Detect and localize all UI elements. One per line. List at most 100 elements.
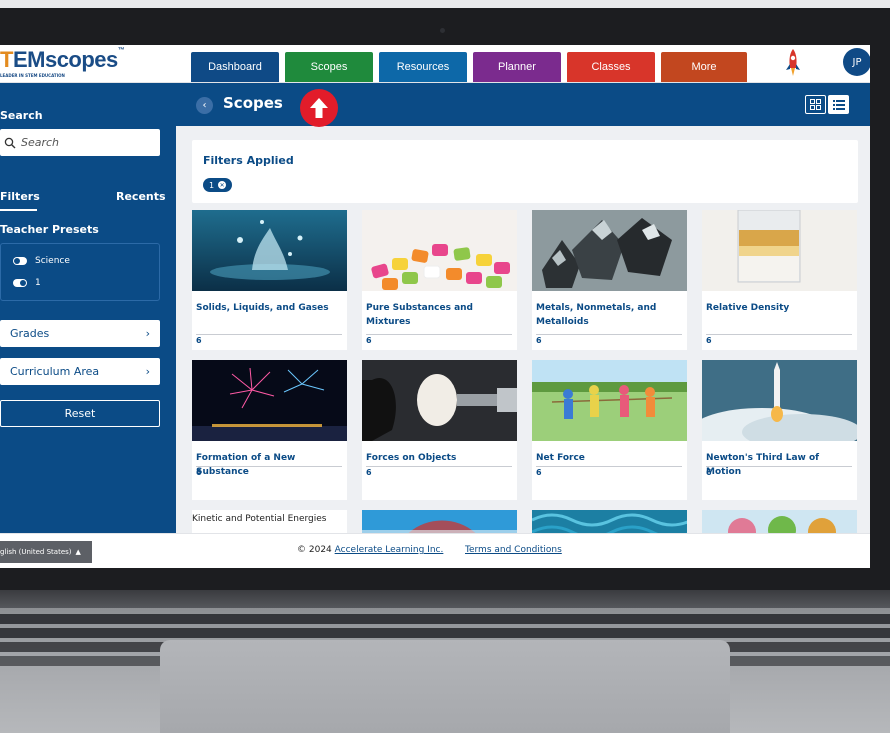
nav-tab-resources[interactable]: Resources xyxy=(379,52,467,82)
caret-up-icon: ▲ xyxy=(75,548,81,556)
chevron-right-icon: › xyxy=(145,327,150,340)
tab-recents[interactable]: Recents xyxy=(116,190,166,203)
scope-card[interactable] xyxy=(362,510,517,533)
filter-chip[interactable]: 1 ✕ xyxy=(203,178,233,192)
scope-card[interactable]: Forces on Objects 6 xyxy=(362,360,517,500)
card-grade: 6 xyxy=(196,468,202,477)
reset-button[interactable]: Reset xyxy=(0,400,160,427)
top-navigation-bar: TEMscopes™ LEADER IN STEM EDUCATION Dash… xyxy=(0,45,870,83)
fireworks-image xyxy=(192,360,347,441)
language-label: glish (United States) xyxy=(0,548,72,556)
nav-tab-classes[interactable]: Classes xyxy=(567,52,655,82)
nav-tab-more[interactable]: More xyxy=(661,52,747,82)
egg-in-vise-image xyxy=(362,360,517,441)
rocket-launch-image xyxy=(702,360,857,441)
metal-crystals-image xyxy=(532,210,687,291)
card-title: Pure Substances and Mixtures xyxy=(366,303,474,327)
scope-card[interactable]: Kinetic and Potential Energies xyxy=(192,510,347,533)
grades-select[interactable]: Grades › xyxy=(0,320,160,347)
card-title: Relative Density xyxy=(706,303,790,313)
divider xyxy=(536,466,682,467)
nav-tab-dashboard[interactable]: Dashboard xyxy=(191,52,279,82)
search-input[interactable] xyxy=(21,136,151,149)
card-grade: 6 xyxy=(536,468,542,477)
waves-image xyxy=(532,510,687,533)
candies-image xyxy=(362,210,517,291)
scope-card[interactable] xyxy=(532,510,687,533)
scope-card[interactable]: Pure Substances and Mixtures 6 xyxy=(362,210,517,350)
scope-card[interactable] xyxy=(702,510,857,533)
card-title: Forces on Objects xyxy=(366,453,457,463)
filter-sidebar: Search Filters Recents Teacher Presets S… xyxy=(0,83,176,533)
nav-tab-planner[interactable]: Planner xyxy=(473,52,561,82)
water-splash-image xyxy=(192,210,347,291)
ferris-wheel-image xyxy=(362,510,517,533)
webcam xyxy=(440,28,445,33)
view-toggle xyxy=(805,95,849,114)
card-grade: 6 xyxy=(536,336,542,345)
scope-card[interactable]: Metals, Nonmetals, and Metalloids 6 xyxy=(532,210,687,350)
filter-chip-label: 1 xyxy=(209,180,215,190)
divider xyxy=(706,466,852,467)
scope-card[interactable]: Solids, Liquids, and Gases 6 xyxy=(192,210,347,350)
card-grade: 6 xyxy=(706,336,712,345)
teacher-presets-title: Teacher Presets xyxy=(0,223,99,236)
card-grade: 6 xyxy=(366,468,372,477)
scopes-main: ‹ Scopes Filters Applied 1 ✕ Solids, Liq… xyxy=(176,83,870,533)
copyright: © 2024 Accelerate Learning Inc. xyxy=(297,545,443,555)
trees-image xyxy=(702,510,857,533)
chevron-left-icon: ‹ xyxy=(202,100,207,111)
chevron-right-icon: › xyxy=(145,365,150,378)
search-box[interactable] xyxy=(0,129,160,156)
preset-label: Science xyxy=(35,256,70,266)
nav-tab-scopes[interactable]: Scopes xyxy=(285,52,373,82)
filters-applied-panel: Filters Applied 1 ✕ xyxy=(192,140,858,203)
card-title: Metals, Nonmetals, and Metalloids xyxy=(536,303,657,327)
active-tab-indicator xyxy=(0,209,37,211)
grades-label: Grades xyxy=(10,327,50,340)
main-nav: Dashboard Scopes Resources Planner Class… xyxy=(191,52,747,82)
page-header: ‹ Scopes xyxy=(176,83,870,127)
search-icon xyxy=(4,137,16,148)
toggle-switch[interactable] xyxy=(13,257,27,265)
toggle-switch[interactable] xyxy=(13,279,27,287)
up-arrow-icon xyxy=(300,89,338,127)
search-label: Search xyxy=(0,109,43,122)
scope-card[interactable]: Formation of a New Substance 6 xyxy=(192,360,347,500)
page-title: Scopes xyxy=(223,94,283,112)
logo-tagline: LEADER IN STEM EDUCATION xyxy=(0,73,65,78)
company-link[interactable]: Accelerate Learning Inc. xyxy=(335,545,444,555)
tab-filters[interactable]: Filters xyxy=(0,190,40,203)
card-grade: 6 xyxy=(196,336,202,345)
divider xyxy=(196,466,342,467)
divider xyxy=(366,334,512,335)
divider xyxy=(706,334,852,335)
scope-card[interactable]: Newton's Third Law of Motion 6 xyxy=(702,360,857,500)
teacher-presets-box: Science 1 xyxy=(0,243,160,301)
card-grade: 6 xyxy=(366,336,372,345)
curriculum-label: Curriculum Area xyxy=(10,365,100,378)
list-view-button[interactable] xyxy=(828,95,849,114)
stemscopes-logo[interactable]: TEMscopes™ xyxy=(0,47,125,73)
preset-science[interactable]: Science xyxy=(13,256,70,266)
curriculum-area-select[interactable]: Curriculum Area › xyxy=(0,358,160,385)
filters-applied-title: Filters Applied xyxy=(203,154,294,167)
preset-1[interactable]: 1 xyxy=(13,278,41,288)
scope-card[interactable]: Net Force 6 xyxy=(532,360,687,500)
tug-of-war-image xyxy=(532,360,687,441)
list-icon xyxy=(832,99,845,110)
user-avatar[interactable]: JP xyxy=(843,48,870,76)
rocket-icon[interactable] xyxy=(783,48,803,78)
grid-view-button[interactable] xyxy=(805,95,826,114)
app-screen: TEMscopes™ LEADER IN STEM EDUCATION Dash… xyxy=(0,45,870,568)
grid-icon xyxy=(810,99,821,110)
card-title: Solids, Liquids, and Gases xyxy=(196,303,329,313)
scope-card[interactable]: Relative Density 6 xyxy=(702,210,857,350)
back-button[interactable]: ‹ xyxy=(196,97,213,114)
terms-link[interactable]: Terms and Conditions xyxy=(465,545,562,555)
card-title: Kinetic and Potential Energies xyxy=(192,514,327,524)
card-title: Net Force xyxy=(536,453,585,463)
trackpad xyxy=(160,640,730,733)
language-select[interactable]: glish (United States) ▲ xyxy=(0,541,92,563)
close-icon[interactable]: ✕ xyxy=(218,181,227,189)
